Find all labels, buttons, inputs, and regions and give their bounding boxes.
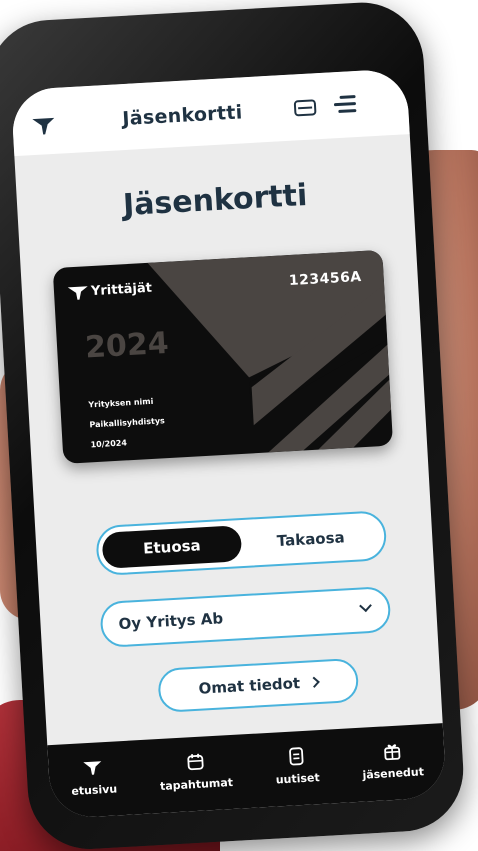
app-screen: Jäsenkortti Jäsenkortti Yrittäjät 123456… — [10, 68, 447, 820]
nav-label: jäsenedut — [362, 764, 425, 782]
calendar-icon — [187, 753, 204, 770]
nav-item-news[interactable]: uutiset — [274, 745, 320, 786]
nav-label: etusivu — [70, 781, 118, 798]
card-icon[interactable] — [293, 99, 317, 117]
member-card: Yrittäjät 123456A 2024 Yrityksen nimi Pa… — [52, 249, 394, 464]
nav-label: tapahtumat — [159, 775, 234, 793]
yrittajat-card-logo-icon — [67, 285, 88, 300]
chevron-down-icon — [359, 599, 372, 613]
news-icon — [289, 746, 304, 765]
company-select[interactable]: Oy Yritys Ab — [99, 585, 392, 649]
nav-item-home[interactable]: etusivu — [70, 756, 118, 798]
profile-button[interactable]: Omat tiedot — [157, 657, 360, 713]
gift-icon — [383, 743, 401, 760]
page-title: Jäsenkortti — [122, 177, 309, 224]
card-side-toggle: Etuosa Takaosa — [95, 510, 388, 577]
card-year: 2024 — [84, 325, 170, 366]
header-title: Jäsenkortti — [121, 101, 244, 131]
nav-item-benefits[interactable]: jäsenedut — [361, 739, 425, 782]
back-side-button[interactable]: Takaosa — [240, 517, 381, 561]
home-logo-icon — [83, 760, 102, 775]
company-select-value: Oy Yritys Ab — [118, 609, 224, 634]
yrittajat-logo-icon[interactable] — [32, 116, 55, 135]
nav-item-events[interactable]: tapahtumat — [158, 749, 234, 793]
nav-label: uutiset — [275, 770, 321, 787]
front-side-button[interactable]: Etuosa — [101, 525, 243, 569]
profile-button-label: Omat tiedot — [198, 674, 301, 698]
menu-icon[interactable] — [333, 95, 357, 114]
phone: Jäsenkortti Jäsenkortti Yrittäjät 123456… — [0, 0, 478, 851]
chevron-right-icon — [308, 676, 320, 688]
